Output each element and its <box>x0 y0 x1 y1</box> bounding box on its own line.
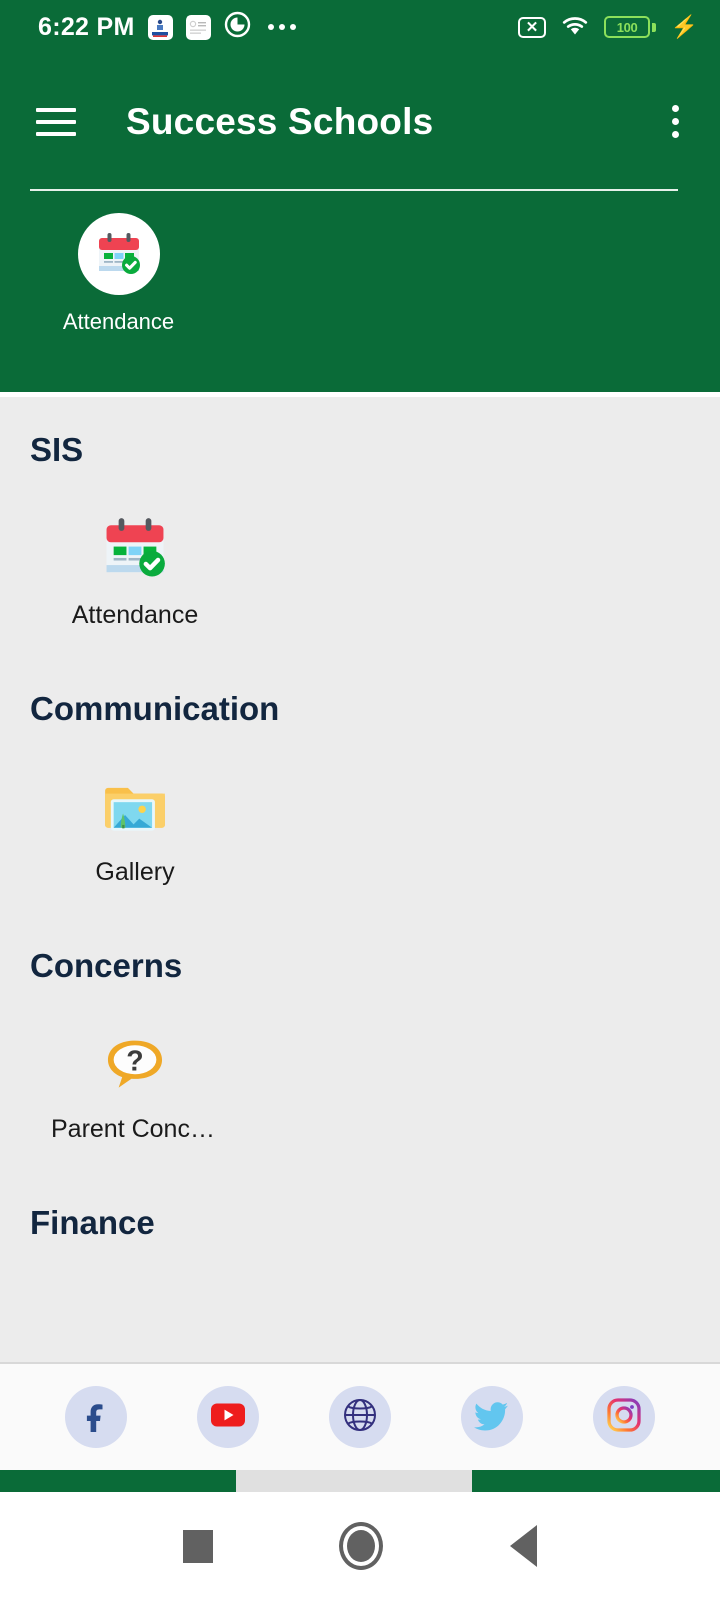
section-title: Finance <box>30 1204 155 1241</box>
svg-text:?: ? <box>126 1046 143 1078</box>
app-tile-gallery[interactable]: Gallery <box>60 766 210 887</box>
app-tile-label: Attendance <box>71 601 199 629</box>
facebook-link[interactable] <box>65 1386 127 1448</box>
battery-level: 100 <box>616 19 638 35</box>
android-nav-bar <box>0 1492 720 1600</box>
overflow-menu-icon[interactable] <box>658 105 692 138</box>
section-title: Communication <box>30 690 280 727</box>
document-icon <box>185 14 211 40</box>
status-bar-right: ✕ 100 ⚡ <box>518 13 698 42</box>
photo-folder-icon <box>96 766 174 844</box>
recents-square-icon[interactable] <box>183 1529 214 1563</box>
youtube-link[interactable] <box>197 1386 259 1448</box>
home-circle-icon[interactable] <box>339 1522 384 1570</box>
globe-icon <box>341 1396 379 1439</box>
no-sim-icon: ✕ <box>518 16 547 38</box>
app-tile-label: Gallery <box>95 858 175 886</box>
section-finance: Finance <box>0 1170 720 1242</box>
website-link[interactable] <box>329 1386 391 1448</box>
facebook-icon <box>79 1398 113 1437</box>
app-bar: Success Schools <box>0 54 720 189</box>
section-concerns: Concerns ? Parent Conce… <box>0 913 720 1144</box>
section-items-row: ? Parent Conce… <box>30 1023 720 1144</box>
section-sis: SIS Attendance <box>0 397 720 630</box>
calendar-check-icon <box>96 509 174 587</box>
favorite-item-attendance[interactable]: Attendance <box>46 213 191 335</box>
section-items-row: Gallery <box>30 766 720 887</box>
status-time: 6:22 PM <box>38 12 135 41</box>
question-bubble-icon: ? <box>96 1023 174 1101</box>
section-title: SIS <box>30 431 84 468</box>
status-bar: 6:22 PM ✕ 100 ⚡ <box>0 0 720 54</box>
youtube-icon <box>210 1402 246 1433</box>
gesture-strip-right <box>472 1470 720 1492</box>
favorites-row: Attendance <box>0 191 720 335</box>
twitter-icon <box>474 1399 510 1436</box>
favorite-item-label: Attendance <box>62 309 175 334</box>
section-items-row: Attendance <box>30 509 720 630</box>
charging-bolt-icon: ⚡ <box>670 14 698 39</box>
back-triangle-icon[interactable] <box>509 1525 537 1567</box>
twitter-link[interactable] <box>461 1386 523 1448</box>
wifi-icon <box>559 13 591 42</box>
app-sections-list[interactable]: SIS Attendance Communication Gallery Con… <box>0 397 720 1362</box>
social-links-bar <box>0 1362 720 1470</box>
gesture-hint-strip <box>0 1470 720 1492</box>
gesture-strip-left <box>0 1470 236 1492</box>
section-title: Concerns <box>30 947 183 984</box>
app-tile-label: Parent Conce… <box>51 1115 219 1143</box>
app-tile-attendance[interactable]: Attendance <box>60 509 210 630</box>
app-badge-icon <box>147 14 173 40</box>
quicksupport-icon <box>224 11 251 43</box>
app-tile-parent-concerns[interactable]: ? Parent Conce… <box>51 1023 219 1144</box>
instagram-link[interactable] <box>593 1386 655 1448</box>
status-bar-left: 6:22 PM <box>38 11 296 43</box>
hamburger-menu-icon[interactable] <box>36 107 76 136</box>
battery-icon: 100 <box>604 16 656 38</box>
page-title: Success Schools <box>126 100 434 142</box>
gesture-strip-center <box>236 1470 472 1492</box>
calendar-check-icon <box>77 213 160 295</box>
instagram-icon <box>606 1397 642 1438</box>
more-notifications-icon <box>267 24 296 30</box>
section-communication: Communication Gallery <box>0 656 720 887</box>
favorites-section: Attendance <box>0 189 720 392</box>
